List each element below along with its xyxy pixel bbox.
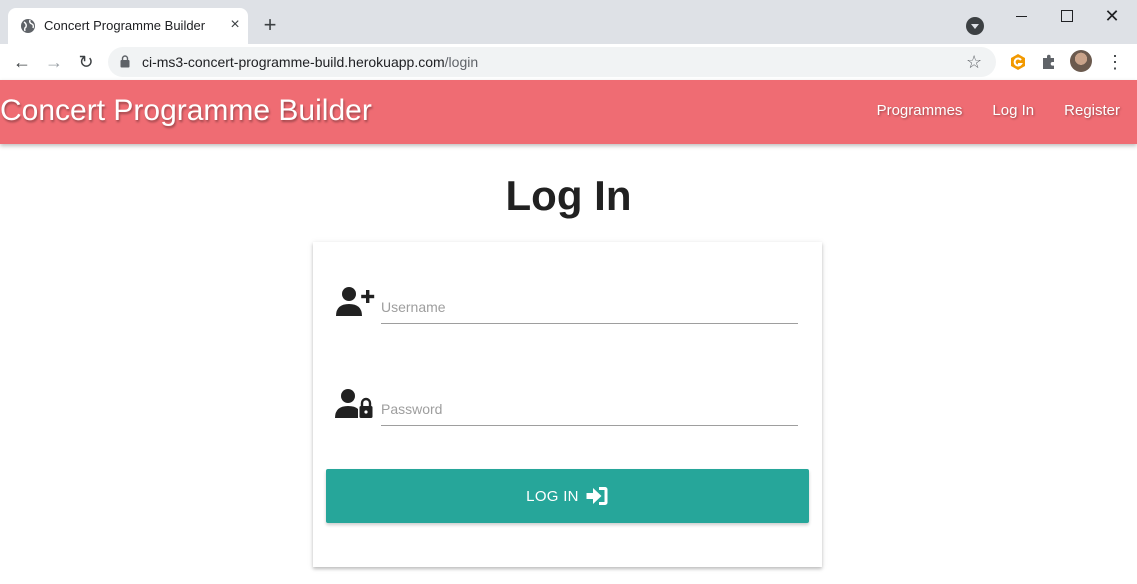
- extension-g-icon[interactable]: [1008, 52, 1028, 72]
- password-field: [335, 384, 799, 444]
- lock-icon: [120, 55, 130, 68]
- brand-logo[interactable]: Concert Programme Builder: [0, 94, 372, 128]
- minimize-button[interactable]: [998, 6, 1044, 28]
- login-button[interactable]: LOG IN: [326, 469, 809, 523]
- profile-avatar[interactable]: [1070, 50, 1092, 72]
- nav-link-login[interactable]: Log In: [992, 102, 1034, 119]
- sign-in-icon: [586, 487, 608, 505]
- login-button-label: LOG IN: [526, 487, 579, 505]
- login-card: LOG IN: [313, 242, 822, 567]
- browser-tabstrip: Concert Programme Builder × + ✕: [0, 0, 1137, 44]
- tab-close-icon[interactable]: ×: [226, 16, 244, 34]
- back-button[interactable]: ←: [10, 50, 34, 74]
- user-lock-icon: [335, 389, 373, 418]
- extensions-puzzle-icon[interactable]: [1039, 52, 1059, 72]
- bookmark-star-icon[interactable]: ☆: [966, 52, 982, 72]
- reload-button[interactable]: ↻: [74, 50, 98, 74]
- browser-toolbar: ← → ↻ ci-ms3-concert-programme-build.her…: [0, 44, 1137, 80]
- nav-link-register[interactable]: Register: [1064, 102, 1120, 119]
- maximize-button[interactable]: [1043, 6, 1089, 28]
- globe-icon: [21, 19, 35, 33]
- browser-menu-icon[interactable]: ⋮: [1106, 50, 1124, 74]
- username-input[interactable]: [381, 290, 798, 324]
- nav-links: Programmes Log In Register: [877, 102, 1120, 119]
- forward-button[interactable]: →: [42, 50, 66, 74]
- tab-title: Concert Programme Builder: [44, 18, 206, 33]
- username-field: [335, 282, 799, 342]
- password-input[interactable]: [381, 392, 798, 426]
- nav-link-programmes[interactable]: Programmes: [877, 102, 963, 119]
- url-text: ci-ms3-concert-programme-build.herokuapp…: [142, 54, 478, 70]
- url-path: /login: [444, 54, 479, 70]
- new-tab-button[interactable]: +: [259, 14, 281, 36]
- address-bar[interactable]: ci-ms3-concert-programme-build.herokuapp…: [108, 47, 996, 77]
- tab-search-icon[interactable]: [966, 17, 984, 35]
- page-title: Log In: [505, 172, 632, 219]
- url-host: ci-ms3-concert-programme-build.herokuapp…: [142, 54, 445, 70]
- browser-tab[interactable]: Concert Programme Builder ×: [8, 8, 248, 44]
- site-navbar: Concert Programme Builder Programmes Log…: [0, 80, 1137, 144]
- close-window-button[interactable]: ✕: [1089, 6, 1135, 28]
- user-plus-icon: [336, 287, 375, 316]
